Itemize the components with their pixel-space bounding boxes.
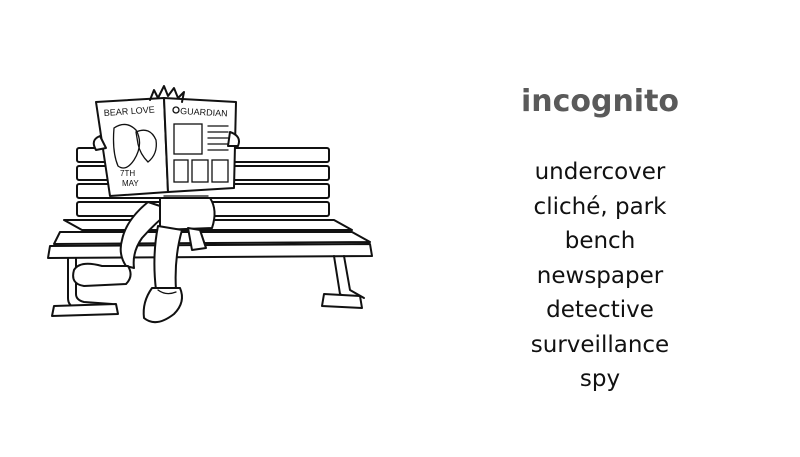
list-item: spy <box>579 366 621 392</box>
man-on-bench-illustration: BEAR LOVE 7TH MAY GUARDIAN <box>40 80 380 360</box>
list-item: undercover <box>534 159 666 185</box>
list-item: newspaper <box>536 262 664 289</box>
newspaper-date-line2: MAY <box>122 179 139 188</box>
list-item: cliché, park <box>533 193 667 220</box>
word-list: undercover cliché, park bench newspaper … <box>470 155 730 397</box>
list-item: surveillance <box>530 331 670 358</box>
right-hand <box>227 131 240 147</box>
list-item: detective <box>546 297 654 323</box>
illustration-drawing: BEAR LOVE 7TH MAY GUARDIAN <box>47 85 373 324</box>
newspaper-date-line1: 7TH <box>120 169 135 178</box>
list-item: bench <box>564 228 636 254</box>
newspaper: BEAR LOVE 7TH MAY GUARDIAN <box>95 97 237 197</box>
page-title: incognito <box>520 84 680 119</box>
